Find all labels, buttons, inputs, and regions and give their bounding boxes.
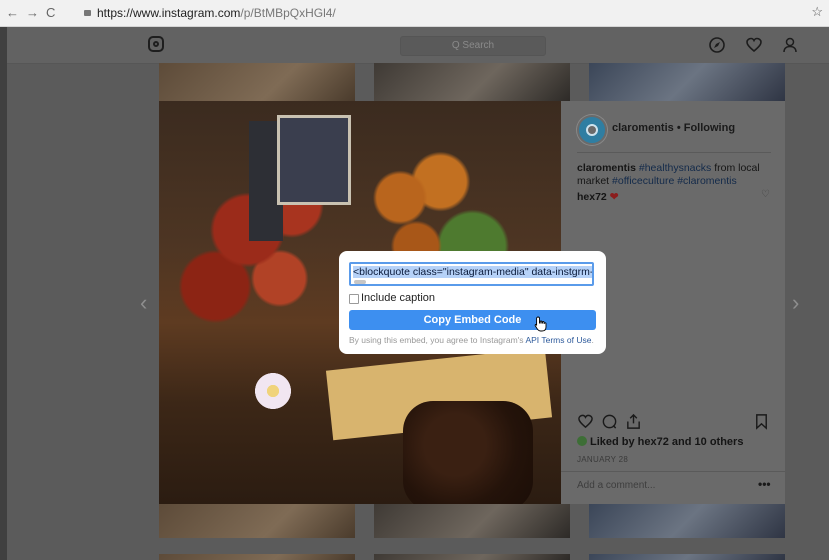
share-icon[interactable]: [625, 413, 642, 435]
grid-thumbnail[interactable]: [589, 504, 785, 538]
terms-note-suffix: .: [591, 335, 594, 345]
liker-avatar-icon: [577, 436, 587, 446]
grid-thumbnail[interactable]: [374, 504, 570, 538]
post-author[interactable]: claromentis • Following: [612, 122, 735, 134]
bookmark-star-icon[interactable]: ☆: [811, 4, 823, 20]
terms-note-text: By using this embed, you agree to Instag…: [349, 335, 524, 345]
include-caption-checkbox[interactable]: [349, 294, 359, 304]
caption-username[interactable]: claromentis: [577, 162, 636, 174]
next-post-arrow-icon[interactable]: ›: [792, 290, 799, 316]
lock-icon: [84, 10, 91, 16]
photo-flower: [251, 371, 295, 411]
include-caption-label[interactable]: Include caption: [361, 292, 435, 304]
grid-thumbnail[interactable]: [374, 63, 570, 101]
browser-toolbar: ← → C https://www.instagram.com/p/BtMBpQ…: [0, 0, 829, 27]
photo-book: [277, 115, 351, 205]
embed-code-text: <blockquote class="instagram-media" data…: [353, 266, 592, 278]
hashtag-link[interactable]: #claromentis: [677, 175, 737, 187]
instagram-logo-icon[interactable]: [148, 36, 164, 52]
comment-icon[interactable]: [601, 413, 618, 435]
hashtag-link[interactable]: #officeculture: [612, 175, 674, 187]
username-link[interactable]: claromentis: [612, 122, 674, 134]
follow-state[interactable]: • Following: [677, 122, 735, 134]
api-terms-link[interactable]: API Terms of Use: [525, 335, 591, 345]
profile-icon[interactable]: [781, 36, 799, 54]
grid-thumbnail[interactable]: [374, 554, 570, 560]
embed-terms-note: By using this embed, you agree to Instag…: [349, 335, 594, 345]
comment-username[interactable]: hex72: [577, 191, 607, 203]
grid-thumbnail[interactable]: [159, 554, 355, 560]
avatar[interactable]: [577, 115, 607, 145]
grid-thumbnail[interactable]: [159, 63, 355, 101]
embed-code-textarea[interactable]: <blockquote class="instagram-media" data…: [349, 262, 594, 286]
grid-thumbnail[interactable]: [589, 554, 785, 560]
hashtag-link[interactable]: #healthysnacks: [639, 162, 711, 174]
post-caption: claromentis #healthysnacks from local ma…: [577, 162, 767, 188]
like-icon[interactable]: [577, 413, 594, 435]
back-icon[interactable]: ←: [6, 5, 19, 20]
textarea-scrollbar[interactable]: [354, 280, 366, 284]
url-path: /p/BtMBpQxHGl4/: [240, 6, 336, 20]
copy-embed-code-button[interactable]: Copy Embed Code: [349, 310, 596, 330]
compass-icon[interactable]: [708, 36, 726, 54]
hand-cursor-icon: [534, 316, 548, 335]
likes-text: Liked by hex72 and 10 others: [590, 436, 744, 448]
previous-post-arrow-icon[interactable]: ‹: [140, 290, 147, 316]
likes-count[interactable]: Liked by hex72 and 10 others: [577, 436, 743, 448]
heart-icon[interactable]: [745, 36, 763, 54]
grid-thumbnail[interactable]: [159, 504, 355, 538]
forward-icon[interactable]: →: [26, 5, 39, 20]
url-host: https://www.instagram.com: [97, 6, 241, 20]
add-comment-input[interactable]: Add a comment...: [577, 480, 655, 491]
more-options-button[interactable]: •••: [758, 477, 771, 491]
page-edge: [0, 27, 7, 560]
comment: hex72 ❤: [577, 191, 619, 203]
post-date: JANUARY 28: [577, 455, 629, 464]
grid-thumbnail[interactable]: [589, 63, 785, 101]
address-bar[interactable]: https://www.instagram.com/p/BtMBpQxHGl4/: [84, 6, 336, 20]
red-heart-emoji: ❤: [609, 191, 619, 203]
divider: [577, 152, 771, 153]
comment-like-icon[interactable]: ♡: [761, 189, 770, 200]
bookmark-icon[interactable]: [753, 413, 770, 435]
reload-icon[interactable]: C: [46, 5, 55, 20]
photo-dates: [403, 401, 533, 504]
divider: [561, 471, 785, 472]
search-input[interactable]: Q Search: [400, 36, 546, 56]
